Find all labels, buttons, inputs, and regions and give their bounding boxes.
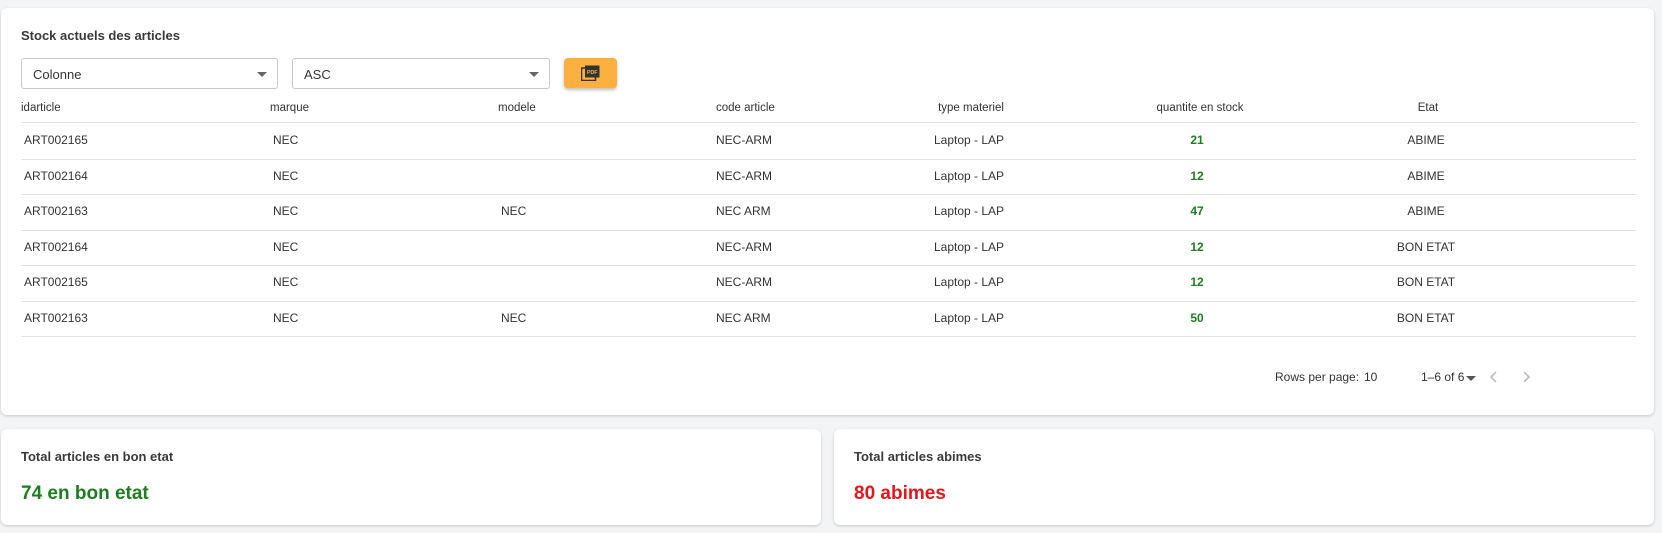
chevron-down-icon: [257, 72, 267, 77]
cell-code-article: NEC-ARM: [716, 133, 772, 147]
export-pdf-button[interactable]: PDF: [564, 58, 617, 88]
cell-type-materiel: Laptop - LAP: [933, 133, 1005, 147]
cell-quantite: 50: [1190, 311, 1204, 325]
row-divider: [21, 194, 1636, 195]
cell-etat: BON ETAT: [1396, 240, 1456, 254]
column-header-code-article[interactable]: code article: [716, 102, 775, 114]
cell-idarticle: ART002163: [24, 204, 88, 218]
rows-per-page-label: Rows per page:: [1275, 370, 1360, 384]
cell-type-materiel: Laptop - LAP: [933, 204, 1005, 218]
cell-etat: ABIME: [1407, 133, 1445, 147]
cell-type-materiel: Laptop - LAP: [933, 311, 1005, 325]
cell-idarticle: ART002163: [24, 311, 88, 325]
cell-type-materiel: Laptop - LAP: [933, 169, 1005, 183]
cell-modele: NEC: [501, 204, 527, 218]
row-divider: [21, 230, 1636, 231]
column-header-etat[interactable]: Etat: [1418, 102, 1438, 114]
column-select-value: Colonne: [33, 67, 82, 82]
cell-marque: NEC: [273, 204, 299, 218]
cell-marque: NEC: [273, 275, 299, 289]
row-divider: [21, 301, 1636, 302]
row-divider: [21, 265, 1636, 266]
cell-etat: ABIME: [1407, 204, 1445, 218]
row-divider: [21, 336, 1636, 337]
chevron-down-icon: [529, 72, 539, 77]
good-condition-card: Total articles en bon etat 74 en bon eta…: [1, 429, 821, 525]
cell-code-article: NEC-ARM: [716, 275, 772, 289]
cell-idarticle: ART002164: [24, 240, 88, 254]
damaged-value: 80 abimes: [854, 483, 946, 504]
cell-quantite: 12: [1190, 275, 1204, 289]
cell-marque: NEC: [273, 240, 299, 254]
order-select-value: ASC: [304, 67, 331, 82]
cell-marque: NEC: [273, 133, 299, 147]
damaged-card: Total articles abimes 80 abimes: [834, 429, 1654, 525]
cell-idarticle: ART002164: [24, 169, 88, 183]
chevron-left-icon[interactable]: [1487, 370, 1501, 384]
cell-code-article: NEC ARM: [716, 311, 771, 325]
cell-etat: ABIME: [1407, 169, 1445, 183]
cell-quantite: 12: [1190, 169, 1204, 183]
good-condition-title: Total articles en bon etat: [21, 449, 174, 464]
rows-per-page-select[interactable]: 10: [1364, 370, 1377, 384]
cell-code-article: NEC ARM: [716, 204, 771, 218]
row-divider: [21, 159, 1636, 160]
stock-card: Stock actuels des articles Colonne ASC P…: [1, 8, 1654, 415]
stock-card-title: Stock actuels des articles: [21, 28, 180, 43]
cell-type-materiel: Laptop - LAP: [933, 275, 1005, 289]
cell-quantite: 21: [1190, 133, 1204, 147]
good-condition-value: 74 en bon etat: [21, 483, 149, 504]
column-header-type-materiel[interactable]: type materiel: [938, 102, 1004, 114]
cell-modele: NEC: [501, 311, 527, 325]
cell-quantite: 47: [1190, 204, 1204, 218]
damaged-title: Total articles abimes: [854, 449, 982, 464]
cell-marque: NEC: [273, 311, 299, 325]
header-divider: [21, 122, 1636, 123]
cell-code-article: NEC-ARM: [716, 240, 772, 254]
column-header-modele[interactable]: modele: [498, 102, 536, 114]
column-header-idarticle[interactable]: idarticle: [21, 102, 61, 114]
column-header-marque[interactable]: marque: [270, 102, 309, 114]
column-header-quantite[interactable]: quantite en stock: [1157, 102, 1244, 114]
cell-etat: BON ETAT: [1396, 275, 1456, 289]
cell-marque: NEC: [273, 169, 299, 183]
column-select[interactable]: Colonne: [21, 58, 278, 89]
chevron-down-icon[interactable]: [1466, 376, 1476, 381]
cell-type-materiel: Laptop - LAP: [933, 240, 1005, 254]
cell-idarticle: ART002165: [24, 275, 88, 289]
pdf-icon: PDF: [581, 65, 600, 81]
pagination-range: 1–6 of 6: [1421, 370, 1465, 384]
order-select[interactable]: ASC: [292, 58, 550, 89]
chevron-right-icon[interactable]: [1519, 370, 1533, 384]
cell-etat: BON ETAT: [1396, 311, 1456, 325]
cell-code-article: NEC-ARM: [716, 169, 772, 183]
svg-text:PDF: PDF: [587, 70, 597, 76]
cell-idarticle: ART002165: [24, 133, 88, 147]
cell-quantite: 12: [1190, 240, 1204, 254]
